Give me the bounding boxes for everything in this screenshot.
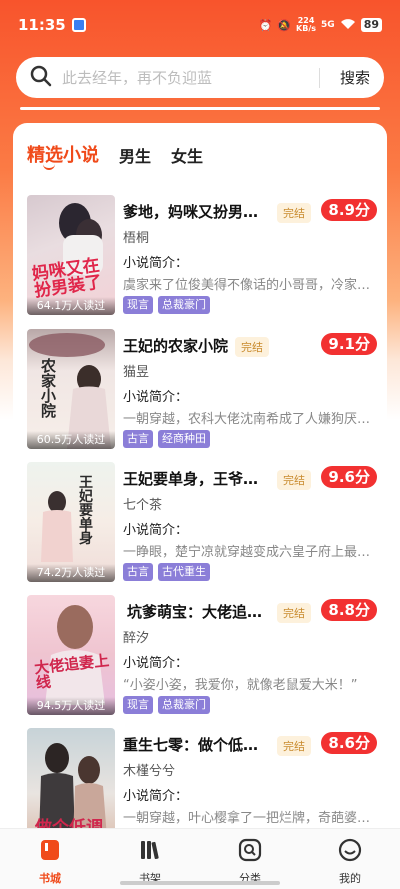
score-badge: 9.6分 xyxy=(321,466,377,488)
intro-label: 小说简介： xyxy=(123,523,189,538)
intro-label: 小说简介： xyxy=(123,656,189,671)
search-input[interactable] xyxy=(62,68,319,87)
read-count: 60.5万人读过 xyxy=(27,431,115,449)
book-cover[interactable]: 农家小院 60.5万人读过 xyxy=(27,329,115,449)
book-cover[interactable]: 妈咪又在扮男装了 64.1万人读过 xyxy=(27,195,115,315)
intro-text: “小姿小姿，我爱你，就像老鼠爱大米！” xyxy=(123,678,358,693)
genre-tag: 经商种田 xyxy=(158,430,210,448)
book-item[interactable]: 农家小院 60.5万人读过 王妃的农家小院 完结 9.1分 猫昱 小说简介： 一… xyxy=(27,329,377,449)
status-badge: 完结 xyxy=(277,203,311,223)
book-author: 木槿兮兮 xyxy=(123,764,176,779)
book-author: 梧桐 xyxy=(123,231,150,246)
score-badge: 8.8分 xyxy=(321,599,377,621)
tab-active-indicator xyxy=(43,164,55,170)
book-author: 猫昱 xyxy=(123,365,150,380)
status-indicators: ⏰ 🔕 224 KB/s 5G 89 xyxy=(259,17,382,33)
book-item[interactable]: 做个低调 重生七零：做个低… 完结 8.6分 木槿兮兮 小说简介： 一朝穿越，叶… xyxy=(27,728,377,828)
banner-edge xyxy=(20,107,380,110)
read-count: 94.5万人读过 xyxy=(27,697,115,715)
genre-tag: 古代重生 xyxy=(158,563,210,581)
book-cover[interactable]: 大佬追妻上线 94.5万人读过 xyxy=(27,595,115,715)
read-count: 74.2万人读过 xyxy=(27,564,115,582)
search-divider xyxy=(318,67,320,88)
genre-tag: 古言 xyxy=(123,563,153,581)
alarm-icon: ⏰ xyxy=(258,18,273,32)
net-speed-unit: KB/s xyxy=(296,24,317,33)
mute-icon: 🔕 xyxy=(277,18,292,32)
status-bar: 11:35 ⏰ 🔕 224 KB/s 5G 89 xyxy=(0,0,400,50)
genre-tag: 总裁豪门 xyxy=(158,696,210,714)
wifi-icon xyxy=(340,18,356,33)
genre-tag: 现言 xyxy=(123,296,153,314)
nav-label: 我的 xyxy=(339,872,361,885)
genre-tag: 现言 xyxy=(123,696,153,714)
book-title: 王妃要单身，王爷… xyxy=(123,470,259,488)
cover-title: 王妃要单身 xyxy=(79,475,93,547)
book-item[interactable]: 王妃要单身 74.2万人读过 王妃要单身，王爷… 完结 9.6分 七个茶 小说简… xyxy=(27,462,377,582)
bottom-nav: 书城 书架 分类 我的 xyxy=(0,828,400,889)
book-list-card: 精选小说 男生 女生 妈咪又在扮男装了 64.1万人读过 爹地，妈咪又扮男… 完… xyxy=(13,123,387,828)
status-badge: 完结 xyxy=(277,736,311,756)
book-title: 爹地，妈咪又扮男… xyxy=(123,203,259,221)
intro-text: 一睁眼，楚宁凉就穿越变成六皇子府上最… xyxy=(123,545,371,560)
network-speed: 224 KB/s xyxy=(296,17,316,33)
nav-profile[interactable]: 我的 xyxy=(300,829,400,889)
battery-indicator: 89 xyxy=(360,18,382,32)
score-badge: 9.1分 xyxy=(321,333,377,355)
category-icon xyxy=(237,837,263,867)
app-notification-icon xyxy=(71,18,86,32)
book-item[interactable]: 大佬追妻上线 94.5万人读过 坑爹萌宝：大佬追… 完结 8.8分 醉汐 小说简… xyxy=(27,595,377,715)
profile-icon xyxy=(337,837,363,867)
intro-text: 一朝穿越，农科大佬沈南希成了人嫌狗厌… xyxy=(123,412,371,427)
bookshelf-icon xyxy=(137,837,163,867)
tab-featured[interactable]: 精选小说 xyxy=(27,141,99,167)
genre-tags: 现言 总裁豪门 xyxy=(123,696,210,714)
status-badge: 完结 xyxy=(235,337,269,357)
tab-female[interactable]: 女生 xyxy=(171,143,203,167)
read-count: 64.1万人读过 xyxy=(27,297,115,315)
home-indicator[interactable] xyxy=(120,881,280,885)
status-time: 11:35 xyxy=(18,16,66,34)
intro-label: 小说简介： xyxy=(123,390,189,405)
signal-icon: 5G xyxy=(321,20,335,30)
nav-bookshelf[interactable]: 书架 xyxy=(100,829,200,889)
cover-title: 农家小院 xyxy=(41,357,57,420)
book-author: 七个茶 xyxy=(123,498,163,513)
book-title: 重生七零：做个低… xyxy=(123,736,259,754)
tab-male[interactable]: 男生 xyxy=(119,143,151,167)
intro-text: 一朝穿越，叶心樱拿了一把烂牌，奇葩婆… xyxy=(123,811,371,826)
search-button[interactable]: 搜索 xyxy=(340,67,370,88)
status-badge: 完结 xyxy=(277,470,311,490)
intro-label: 小说简介： xyxy=(123,789,189,804)
genre-tags: 现言 总裁豪门 xyxy=(123,296,210,314)
status-badge: 完结 xyxy=(277,603,311,623)
nav-label: 书城 xyxy=(39,872,61,885)
score-badge: 8.9分 xyxy=(321,199,377,221)
score-badge: 8.6分 xyxy=(321,732,377,754)
intro-label: 小说简介： xyxy=(123,256,189,271)
search-icon xyxy=(30,65,52,91)
cover-title: 做个低调 xyxy=(35,818,103,829)
intro-text: 虞家来了位俊美得不像话的小哥哥，冷家… xyxy=(123,278,371,293)
genre-tags: 古言 古代重生 xyxy=(123,563,210,581)
book-cover[interactable]: 王妃要单身 74.2万人读过 xyxy=(27,462,115,582)
book-cover[interactable]: 做个低调 xyxy=(27,728,115,828)
nav-category[interactable]: 分类 xyxy=(200,829,300,889)
genre-tag: 古言 xyxy=(123,430,153,448)
book-title: 坑爹萌宝：大佬追… xyxy=(127,603,263,621)
search-bar: 搜索 xyxy=(16,57,384,98)
nav-book-city[interactable]: 书城 xyxy=(0,829,100,889)
book-city-icon xyxy=(37,837,63,867)
book-title: 王妃的农家小院 xyxy=(123,337,229,355)
book-item[interactable]: 妈咪又在扮男装了 64.1万人读过 爹地，妈咪又扮男… 完结 8.9分 梧桐 小… xyxy=(27,195,377,315)
genre-tag: 总裁豪门 xyxy=(158,296,210,314)
genre-tags: 古言 经商种田 xyxy=(123,430,210,448)
book-author: 醉汐 xyxy=(123,631,150,646)
